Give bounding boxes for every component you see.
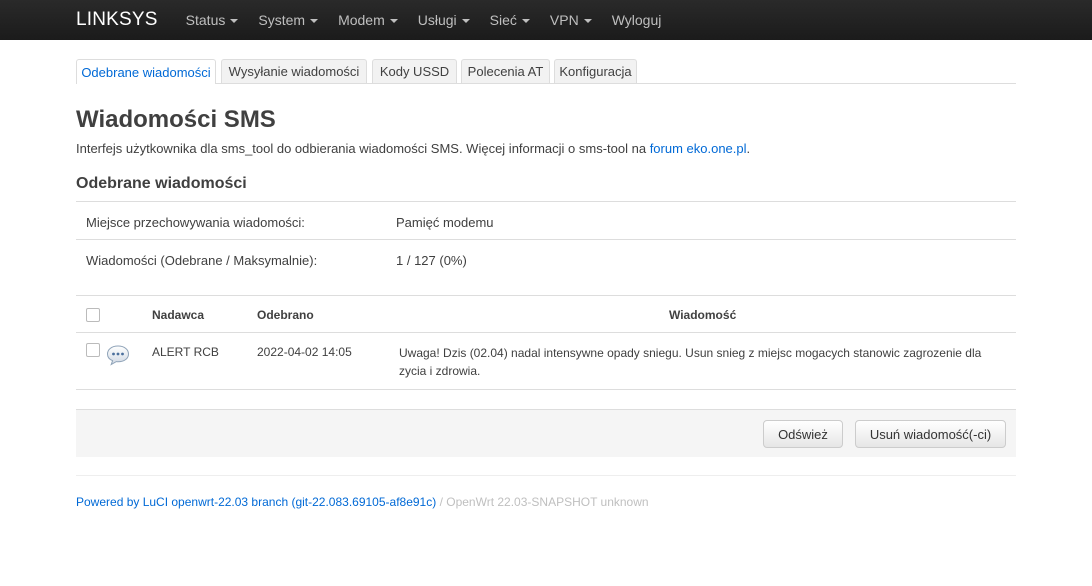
page-description: Interfejs użytkownika dla sms_tool do od… <box>76 141 750 156</box>
caret-down-icon <box>461 19 470 23</box>
messages-table: Nadawca Odebrano Wiadomość ALERT RCB 202… <box>76 295 1016 390</box>
nav-services-label: Usługi <box>417 12 457 28</box>
main-content: Odebrane wiadomości Wysyłanie wiadomości… <box>76 40 1016 509</box>
row-select-checkbox[interactable] <box>86 343 100 357</box>
nav-system[interactable]: System <box>258 12 319 28</box>
section-title: Odebrane wiadomości <box>76 175 247 192</box>
nav-status-label: Status <box>185 12 226 28</box>
storage-label: Miejsce przechowywania wiadomości: <box>86 215 305 230</box>
forum-link[interactable]: forum eko.one.pl <box>650 141 747 156</box>
tab-configuration[interactable]: Konfiguracja <box>554 59 637 83</box>
nav-logout-label: Wyloguj <box>611 12 662 28</box>
nav-logout[interactable]: Wyloguj <box>612 12 662 28</box>
brand-logo[interactable]: LINKSYS <box>76 9 158 31</box>
tab-divider <box>76 83 1016 84</box>
tab-at-commands[interactable]: Polecenia AT <box>461 59 550 83</box>
action-bar: Odśwież Usuń wiadomość(-ci) <box>76 409 1016 457</box>
nav-network[interactable]: Sieć <box>490 12 530 28</box>
table-header: Nadawca Odebrano Wiadomość <box>76 295 1016 333</box>
nav-status[interactable]: Status <box>186 12 239 28</box>
caret-down-icon <box>389 19 398 23</box>
nav-vpn[interactable]: VPN <box>550 12 592 28</box>
tab-received-messages[interactable]: Odebrane wiadomości <box>76 59 216 84</box>
footer-divider <box>76 475 1016 476</box>
header-sender: Nadawca <box>152 308 205 322</box>
header-message: Wiadomość <box>669 308 737 322</box>
footer-separator: / <box>436 495 447 509</box>
caret-down-icon <box>583 19 592 23</box>
count-label: Wiadomości (Odebrane / Maksymalnie): <box>86 253 318 268</box>
luci-link[interactable]: Powered by LuCI openwrt-22.03 branch (gi… <box>76 495 436 509</box>
caret-down-icon <box>230 19 239 23</box>
storage-value: Pamięć modemu <box>396 215 494 230</box>
nav-network-label: Sieć <box>489 12 517 28</box>
top-navbar: LINKSYS Status System Modem Usługi Sieć … <box>0 0 1092 40</box>
nav-modem[interactable]: Modem <box>338 12 398 28</box>
caret-down-icon <box>521 19 530 23</box>
count-row: Wiadomości (Odebrane / Maksymalnie): 1 /… <box>76 239 1016 277</box>
select-all-checkbox[interactable] <box>86 308 100 322</box>
header-received: Odebrano <box>257 308 314 322</box>
nav-system-label: System <box>258 12 306 28</box>
caret-down-icon <box>310 19 319 23</box>
row-received: 2022-04-02 14:05 <box>257 345 352 359</box>
delete-messages-button[interactable]: Usuń wiadomość(-ci) <box>855 420 1006 448</box>
nav-vpn-label: VPN <box>549 12 579 28</box>
refresh-button[interactable]: Odśwież <box>763 420 843 448</box>
openwrt-version: OpenWrt 22.03-SNAPSHOT unknown <box>446 495 649 509</box>
description-suffix: . <box>746 141 751 156</box>
description-text: Interfejs użytkownika dla sms_tool do od… <box>76 141 650 156</box>
tab-bar: Odebrane wiadomości Wysyłanie wiadomości… <box>76 40 1016 84</box>
chat-bubble-icon <box>106 345 130 366</box>
row-message: Uwaga! Dzis (02.04) nadal intensywne opa… <box>399 346 982 378</box>
tab-ussd-codes[interactable]: Kody USSD <box>372 59 457 83</box>
page-title: Wiadomości SMS <box>76 106 276 133</box>
storage-row: Miejsce przechowywania wiadomości: Pamię… <box>76 201 1016 239</box>
tab-send-messages[interactable]: Wysyłanie wiadomości <box>221 59 367 83</box>
nav-services[interactable]: Usługi <box>418 12 470 28</box>
page-footer: Powered by LuCI openwrt-22.03 branch (gi… <box>76 495 649 509</box>
count-value: 1 / 127 (0%) <box>396 253 467 268</box>
table-row: ALERT RCB 2022-04-02 14:05 Uwaga! Dzis (… <box>76 333 1016 390</box>
nav-modem-label: Modem <box>338 12 385 28</box>
row-sender: ALERT RCB <box>152 345 219 359</box>
